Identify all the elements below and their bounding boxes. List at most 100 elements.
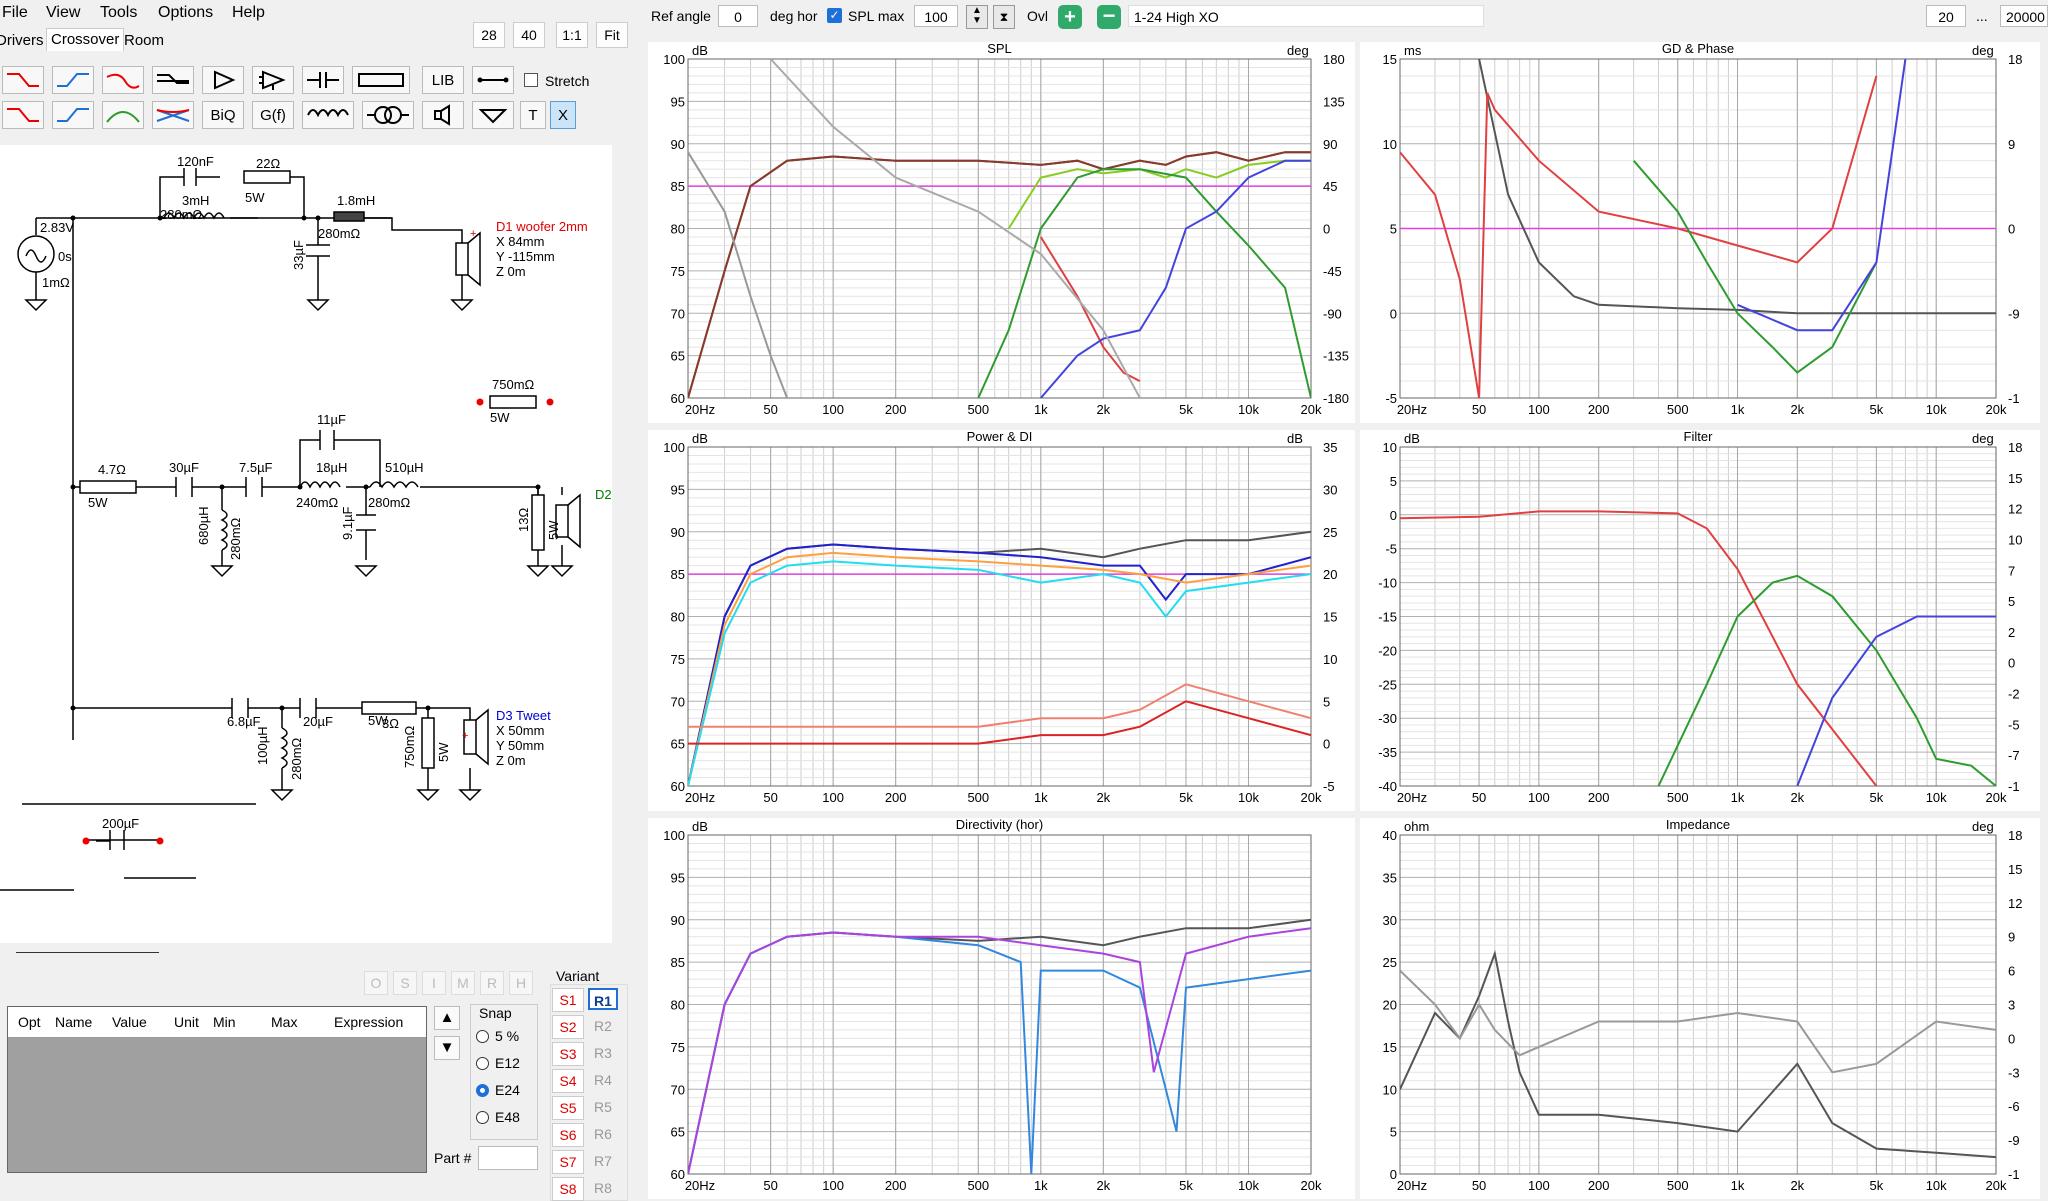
spl-graph-svg[interactable]: SPL dB deg 100 95 90 85 80 75 70 65 60 180 135 90 45 0 -4… [648, 42, 1355, 423]
x-tool[interactable]: X [550, 101, 576, 129]
stretch-checkbox[interactable] [524, 73, 538, 87]
schematic-canvas[interactable]: + + 120nF 22Ω 3mH 5W 1.8mH 2.83V 280mΩ 280mΩ 0s 1m… [0, 145, 612, 959]
spl-max-input[interactable]: 100 [914, 5, 958, 27]
lowpass-tool-2[interactable] [2, 101, 44, 129]
menu-tools[interactable]: Tools [100, 4, 137, 22]
variant-r3-button[interactable]: R3 [588, 1042, 618, 1064]
snap-e12[interactable]: E12 [476, 1055, 520, 1071]
biquad-button[interactable]: BiQ [202, 101, 244, 129]
col-max[interactable]: Max [271, 1014, 297, 1030]
tab-drivers[interactable]: Drivers [0, 30, 48, 52]
col-unit[interactable]: Unit [174, 1014, 199, 1030]
variant-r5-button[interactable]: R5 [588, 1096, 618, 1118]
impedance-graph[interactable]: Impedance ohm deg 40 35 30 25 20 15 10 5 0 18 15 12 9 6 3… [1360, 818, 2040, 1199]
menu-options[interactable]: Options [158, 4, 213, 22]
gd-phase-graph-svg[interactable]: GD & Phasems deg151050-51890-9-120Hz 50 100… [1360, 42, 2040, 423]
shelf-tool[interactable] [152, 66, 194, 94]
spl-graph[interactable]: SPL dB deg 100 95 90 85 80 75 70 65 60 180 135 90 45 0 -4… [648, 42, 1355, 423]
transformer-tool[interactable] [362, 101, 414, 129]
variant-s4-button[interactable]: S4 [552, 1069, 584, 1093]
variant-s1-button[interactable]: S1 [552, 988, 584, 1012]
power-di-graph-svg[interactable]: Power & DIdB dB10095908580757065603530252… [648, 430, 1355, 811]
tab-crossover[interactable]: Crossover [46, 28, 125, 51]
gd-phase-graph[interactable]: GD & Phase ms deg 15 10 5 0 -5 18 9 0 -9 -1 20Hz 50 100… [1360, 42, 2040, 423]
opt-s-button[interactable]: S [393, 971, 417, 995]
variant-r7-button[interactable]: R7 [588, 1150, 618, 1172]
opt-o-button[interactable]: O [364, 971, 388, 995]
freq-low-input[interactable]: 20 [1926, 5, 1966, 27]
impedance-graph-svg[interactable]: Impedanceohm deg4035302520151050181512963… [1360, 818, 2040, 1199]
text-tool[interactable]: T [520, 101, 546, 129]
filter-graph[interactable]: Filter dB deg 10 5 0 -5 -10 -15 -20 -25 -30 -35 -40 18… [1360, 430, 2040, 811]
snap-5pct[interactable]: 5 % [476, 1028, 519, 1044]
freq-high-input[interactable]: 20000 [2000, 5, 2048, 27]
col-opt[interactable]: Opt [18, 1014, 41, 1030]
spl-spinner[interactable]: ▲ ▼ [966, 5, 988, 29]
add-overlay-button[interactable]: + [1058, 5, 1082, 29]
snap-e48[interactable]: E48 [476, 1109, 520, 1125]
variant-r4-button[interactable]: R4 [588, 1069, 618, 1091]
schematic-drawing[interactable]: + + 120nF 22Ω 3mH 5W 1.8mH 2.83V 280mΩ 280mΩ 0s 1m… [0, 145, 612, 959]
speaker-tool[interactable] [422, 101, 464, 129]
variant-name-field[interactable]: 1-24 High XO [1128, 5, 1484, 27]
notch-tool[interactable] [152, 101, 194, 129]
capacitor-tool[interactable] [302, 66, 344, 94]
lowpass-2nd-tool[interactable] [102, 66, 144, 94]
resistor-tool[interactable] [352, 66, 410, 94]
zoom-fit-button[interactable]: Fit [596, 22, 628, 48]
variant-s3-button[interactable]: S3 [552, 1042, 584, 1066]
part-number-input[interactable] [478, 1146, 538, 1170]
variant-s8-button[interactable]: S8 [552, 1177, 584, 1201]
tab-room[interactable]: Room [120, 30, 168, 52]
variant-s2-button[interactable]: S2 [552, 1015, 584, 1039]
bandpass-tool[interactable] [102, 101, 144, 129]
optimizer-table[interactable]: Opt Name Value Unit Min Max Expression [7, 1006, 427, 1173]
col-expression[interactable]: Expression [334, 1014, 403, 1030]
ground-tool[interactable] [472, 101, 514, 129]
zoom-40-button[interactable]: 40 [513, 22, 545, 48]
zoom-28-button[interactable]: 28 [473, 22, 505, 48]
variant-s6-button[interactable]: S6 [552, 1123, 584, 1147]
y-tick-label: 5 [1390, 222, 1397, 237]
opt-r-button[interactable]: R [480, 971, 504, 995]
menu-file[interactable]: File [2, 4, 28, 22]
opt-i-button[interactable]: I [422, 971, 446, 995]
variant-r1-button[interactable]: R1 [588, 988, 618, 1010]
opt-h-button[interactable]: H [509, 971, 533, 995]
snap-e24[interactable]: E24 [476, 1082, 520, 1098]
menu-help[interactable]: Help [232, 4, 265, 22]
component-label: 280mΩ [160, 207, 203, 222]
move-up-button[interactable]: ▲ [434, 1006, 460, 1030]
menu-view[interactable]: View [46, 4, 80, 22]
power-di-graph[interactable]: Power & DI dB dB 100 95 90 85 80 75 70 65 60 35 30 25 2… [648, 430, 1355, 811]
grid [1399, 446, 1997, 787]
lib-button[interactable]: LIB [422, 66, 464, 94]
inductor-tool[interactable] [302, 101, 354, 129]
variant-r8-button[interactable]: R8 [588, 1177, 618, 1199]
lowpass-1st-tool[interactable] [2, 66, 44, 94]
gf-button[interactable]: G(f) [252, 101, 294, 129]
directivity-graph-svg[interactable]: Directivity (hor)dB100959085807570656020… [648, 818, 1355, 1199]
opt-m-button[interactable]: M [451, 971, 475, 995]
variant-s7-button[interactable]: S7 [552, 1150, 584, 1174]
highpass-tool-2[interactable] [52, 101, 94, 129]
variant-s5-button[interactable]: S5 [552, 1096, 584, 1120]
spl-max-checkbox[interactable]: ✓ [827, 8, 842, 23]
directivity-graph[interactable]: Directivity (hor) dB 100 95 90 85 80 75 70 65 60 20… [648, 818, 1355, 1199]
buffer-tool[interactable] [202, 66, 244, 94]
move-down-button[interactable]: ▼ [434, 1036, 460, 1060]
col-value[interactable]: Value [112, 1014, 147, 1030]
filter-graph-svg[interactable]: FilterdB deg1050-5-10-15-20-25-30-35-4018… [1360, 430, 2040, 811]
variant-r6-button[interactable]: R6 [588, 1123, 618, 1145]
zoom-1to1-button[interactable]: 1:1 [556, 22, 588, 48]
opamp-tool[interactable] [252, 66, 294, 94]
highpass-1st-tool[interactable] [52, 66, 94, 94]
wire-tool[interactable] [472, 66, 514, 94]
fit-range-button[interactable]: ⧗ [993, 5, 1015, 29]
variant-r2-button[interactable]: R2 [588, 1015, 618, 1037]
remove-overlay-button[interactable]: − [1097, 5, 1121, 29]
col-min[interactable]: Min [213, 1014, 236, 1030]
y2-tick-label: -5 [2008, 717, 2020, 732]
col-name[interactable]: Name [55, 1014, 92, 1030]
ref-angle-input[interactable]: 0 [718, 5, 758, 27]
